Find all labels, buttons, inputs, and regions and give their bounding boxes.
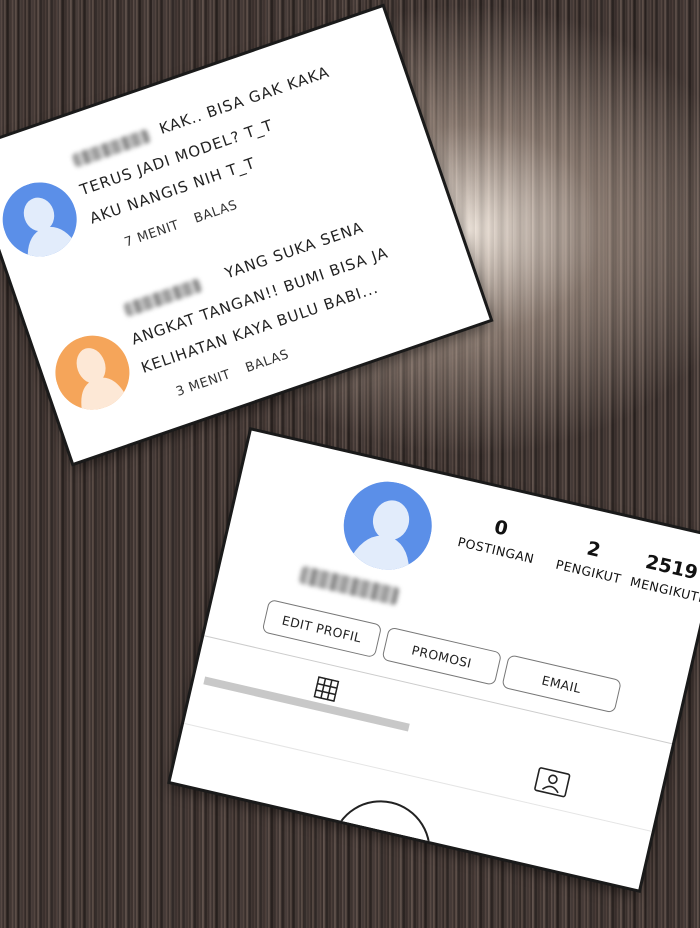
blurred-username (298, 565, 401, 606)
tagged-person-icon[interactable] (533, 766, 572, 799)
person-icon (0, 172, 87, 267)
comment-time: 7 MENIT (122, 217, 182, 251)
comments-card: KAK.. BISA GAK KAKA TERUS JADI MODEL? T_… (0, 7, 490, 463)
comment-1: KAK.. BISA GAK KAKA TERUS JADI MODEL? T_… (0, 17, 386, 267)
promote-button[interactable]: PROMOSI (381, 626, 503, 686)
person-icon (45, 325, 140, 420)
avatar (0, 172, 87, 267)
grid-icon[interactable] (313, 676, 340, 702)
profile-card: 0 POSTINGAN 2 PENGIKUT 2519 MENGIKUTI ED… (170, 430, 700, 890)
avatar (45, 325, 140, 420)
stat-followers[interactable]: 2 PENGIKUT (548, 530, 635, 588)
profile-avatar[interactable] (334, 472, 441, 579)
stat-following[interactable]: 2519 MENGIKUTI (626, 548, 700, 606)
comment-time: 3 MENIT (174, 367, 233, 400)
reply-link[interactable]: BALAS (192, 198, 239, 227)
active-tab-indicator (203, 676, 410, 732)
edit-profile-button[interactable]: EDIT PROFIL (261, 598, 383, 659)
reply-link[interactable]: BALAS (244, 347, 291, 376)
email-button[interactable]: EMAIL (501, 654, 622, 714)
camera-icon (320, 790, 441, 890)
stat-posts[interactable]: 0 POSTINGAN (455, 509, 542, 567)
person-icon (334, 472, 441, 579)
